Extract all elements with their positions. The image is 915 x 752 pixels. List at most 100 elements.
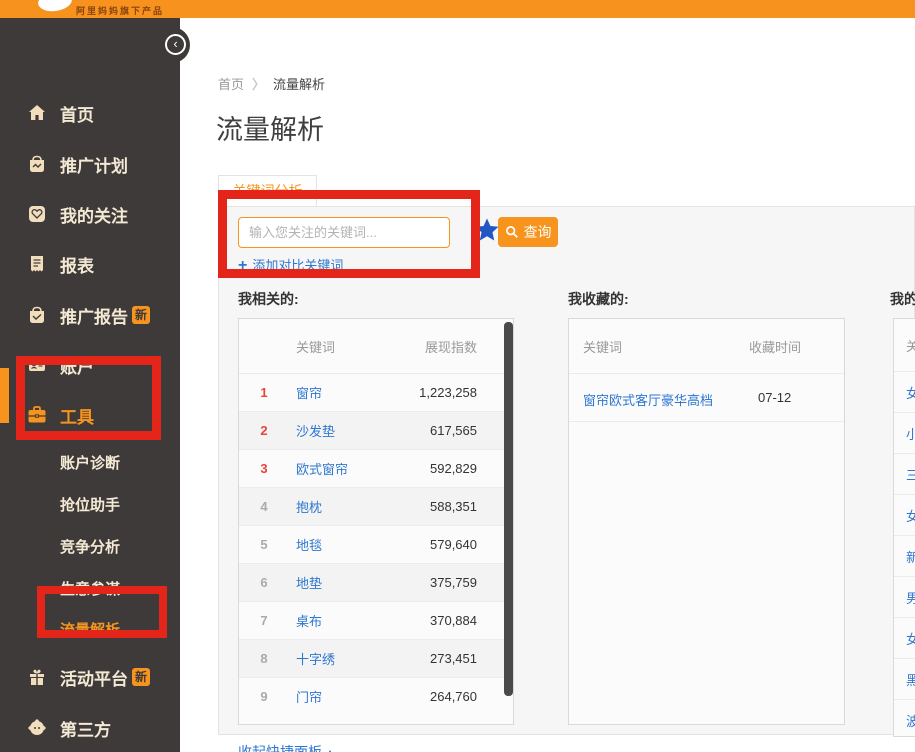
sidebar-subitem-label: 抢位助手: [60, 494, 120, 515]
rank-cell: 5: [239, 537, 289, 552]
new-badge: 新: [132, 668, 150, 686]
sidebar-subitem-traffic-analysis[interactable]: 流量解析: [0, 614, 180, 644]
tab-keyword-analysis[interactable]: 关键词分析: [218, 175, 317, 207]
sidebar-item-reports[interactable]: 报表: [0, 246, 180, 282]
keyword-link[interactable]: 抱枕: [289, 497, 322, 516]
home-icon: [26, 102, 48, 124]
briefcase-icon: [26, 404, 48, 426]
related-keywords-table: 关键词 展现指数 1 窗帘 1,223,258 2 沙发垫 617,565 3 …: [238, 318, 514, 725]
table-row: 8 十字绣 273,451: [239, 639, 513, 677]
breadcrumb-current: 流量解析: [273, 77, 325, 92]
breadcrumb-home-link[interactable]: 首页: [218, 77, 244, 92]
sidebar-item-account[interactable]: 账户: [0, 347, 180, 383]
keyword-link[interactable]: 欧式窗帘: [289, 459, 348, 478]
brand-caption: 阿里妈妈旗下产品: [76, 4, 164, 17]
sidebar-item-campaigns[interactable]: 推广计划: [0, 146, 180, 182]
favorites-section-label: 我收藏的:: [568, 289, 629, 309]
keyword-search-input[interactable]: [238, 217, 450, 248]
robot-icon: [26, 717, 48, 739]
sidebar-item-label: 推广报告: [60, 303, 128, 328]
keyword-link[interactable]: 三: [894, 465, 915, 484]
sidebar-subitem-rank-assistant[interactable]: 抢位助手: [0, 489, 180, 519]
sidebar-item-label: 报表: [60, 252, 94, 277]
breadcrumb-separator-icon: 〉: [252, 77, 265, 92]
keyword-link[interactable]: 女: [894, 383, 915, 402]
keyword-link[interactable]: 男: [894, 588, 915, 607]
column-header-keyword: 关键词: [906, 336, 915, 355]
add-compare-keyword-link[interactable]: + 添加对比关键词: [238, 255, 343, 275]
rank-cell: 3: [239, 461, 289, 476]
impression-value: 370,884: [430, 613, 513, 628]
rank-cell: 8: [239, 651, 289, 666]
sidebar-item-label: 我的关注: [60, 202, 128, 227]
column-header-keyword: 关键词: [583, 337, 622, 356]
favorite-star-icon[interactable]: [473, 216, 501, 244]
table-row: 女: [894, 371, 915, 412]
related-section-label: 我相关的:: [238, 289, 299, 309]
sidebar-item-tools[interactable]: 工具: [0, 397, 180, 433]
impression-value: 617,565: [430, 423, 513, 438]
sidebar-subitem-account-diagnosis[interactable]: 账户诊断: [0, 447, 180, 477]
industry-section-label: 我的: [890, 289, 915, 309]
query-button[interactable]: 查询: [498, 217, 558, 247]
report-sheet-icon: [26, 253, 48, 275]
sidebar-collapse-notch: ‹: [160, 27, 190, 63]
column-header-favorite-time: 收藏时间: [749, 337, 801, 356]
keyword-link[interactable]: 沙发垫: [289, 421, 335, 440]
table-row: 4 抱枕 588,351: [239, 487, 513, 525]
column-header-impression-index: 展现指数: [425, 337, 477, 356]
table-row: 黑: [894, 658, 915, 699]
rank-cell: 2: [239, 423, 289, 438]
table-row: 波: [894, 699, 915, 737]
sidebar-item-promo-report[interactable]: 推广报告 新: [0, 297, 180, 333]
sidebar-item-activity-platform[interactable]: 活动平台 新: [0, 659, 180, 695]
keyword-link[interactable]: 黑: [894, 670, 915, 689]
keyword-link[interactable]: 十字绣: [289, 649, 335, 668]
keyword-link[interactable]: 波: [894, 711, 915, 730]
keyword-link[interactable]: 窗帘欧式客厅豪华高档: [583, 390, 713, 409]
table-scrollbar[interactable]: [504, 322, 513, 696]
sidebar-collapse-button[interactable]: ‹: [165, 34, 186, 55]
impression-value: 273,451: [430, 651, 513, 666]
table-row: 1 窗帘 1,223,258: [239, 373, 513, 411]
add-compare-keyword-label: 添加对比关键词: [252, 258, 343, 273]
plus-icon: +: [238, 257, 247, 274]
sidebar-subitem-label: 账户诊断: [60, 452, 120, 473]
keyword-link[interactable]: 地毯: [289, 535, 322, 554]
rank-cell: 7: [239, 613, 289, 628]
id-card-icon: [26, 354, 48, 376]
industry-keywords-table: 关键词 女 小 三 女 新 男 女 黑 波: [893, 318, 915, 737]
table-row: 6 地垫 375,759: [239, 563, 513, 601]
rank-cell: 1: [239, 385, 289, 400]
campaign-bag-icon: [26, 153, 48, 175]
keyword-link[interactable]: 女: [894, 629, 915, 648]
sidebar-item-home[interactable]: 首页: [0, 95, 180, 131]
favorite-keywords-table: 关键词 收藏时间 窗帘欧式客厅豪华高档 07-12: [568, 318, 845, 725]
sidebar-item-third-party[interactable]: 第三方: [0, 710, 180, 746]
keyword-link[interactable]: 新: [894, 547, 915, 566]
sidebar-subitem-business-advisor[interactable]: 生意参谋: [0, 573, 180, 603]
breadcrumb: 首页〉流量解析: [218, 74, 325, 93]
rank-cell: 6: [239, 575, 289, 590]
column-header-keyword: 关键词: [296, 337, 335, 356]
keyword-link[interactable]: 门帘: [289, 687, 322, 706]
collapse-quick-panel-label: 收起快捷面板: [238, 744, 322, 752]
sidebar-item-follows[interactable]: 我的关注: [0, 196, 180, 232]
table-row: 女: [894, 494, 915, 535]
page-title: 流量解析: [216, 108, 324, 147]
keyword-link[interactable]: 小: [894, 424, 915, 443]
new-badge: 新: [132, 306, 150, 324]
chevron-left-icon: ‹: [173, 36, 177, 51]
sidebar-subitem-competition-analysis[interactable]: 竞争分析: [0, 531, 180, 561]
sidebar-item-label: 推广计划: [60, 152, 128, 177]
keyword-link[interactable]: 女: [894, 506, 915, 525]
query-button-label: 查询: [524, 222, 552, 242]
collapse-quick-panel-link[interactable]: 收起快捷面板∧: [238, 742, 334, 752]
keyword-link[interactable]: 窗帘: [289, 383, 322, 402]
sidebar-item-label: 第三方: [60, 716, 111, 741]
sidebar-subitem-label: 竞争分析: [60, 536, 120, 557]
keyword-link[interactable]: 桌布: [289, 611, 322, 630]
table-header: 关键词 展现指数: [239, 319, 513, 373]
keyword-link[interactable]: 地垫: [289, 573, 322, 592]
app-window: 阿里妈妈旗下产品 ‹ 首页 推广计划 我的关注: [0, 0, 915, 752]
